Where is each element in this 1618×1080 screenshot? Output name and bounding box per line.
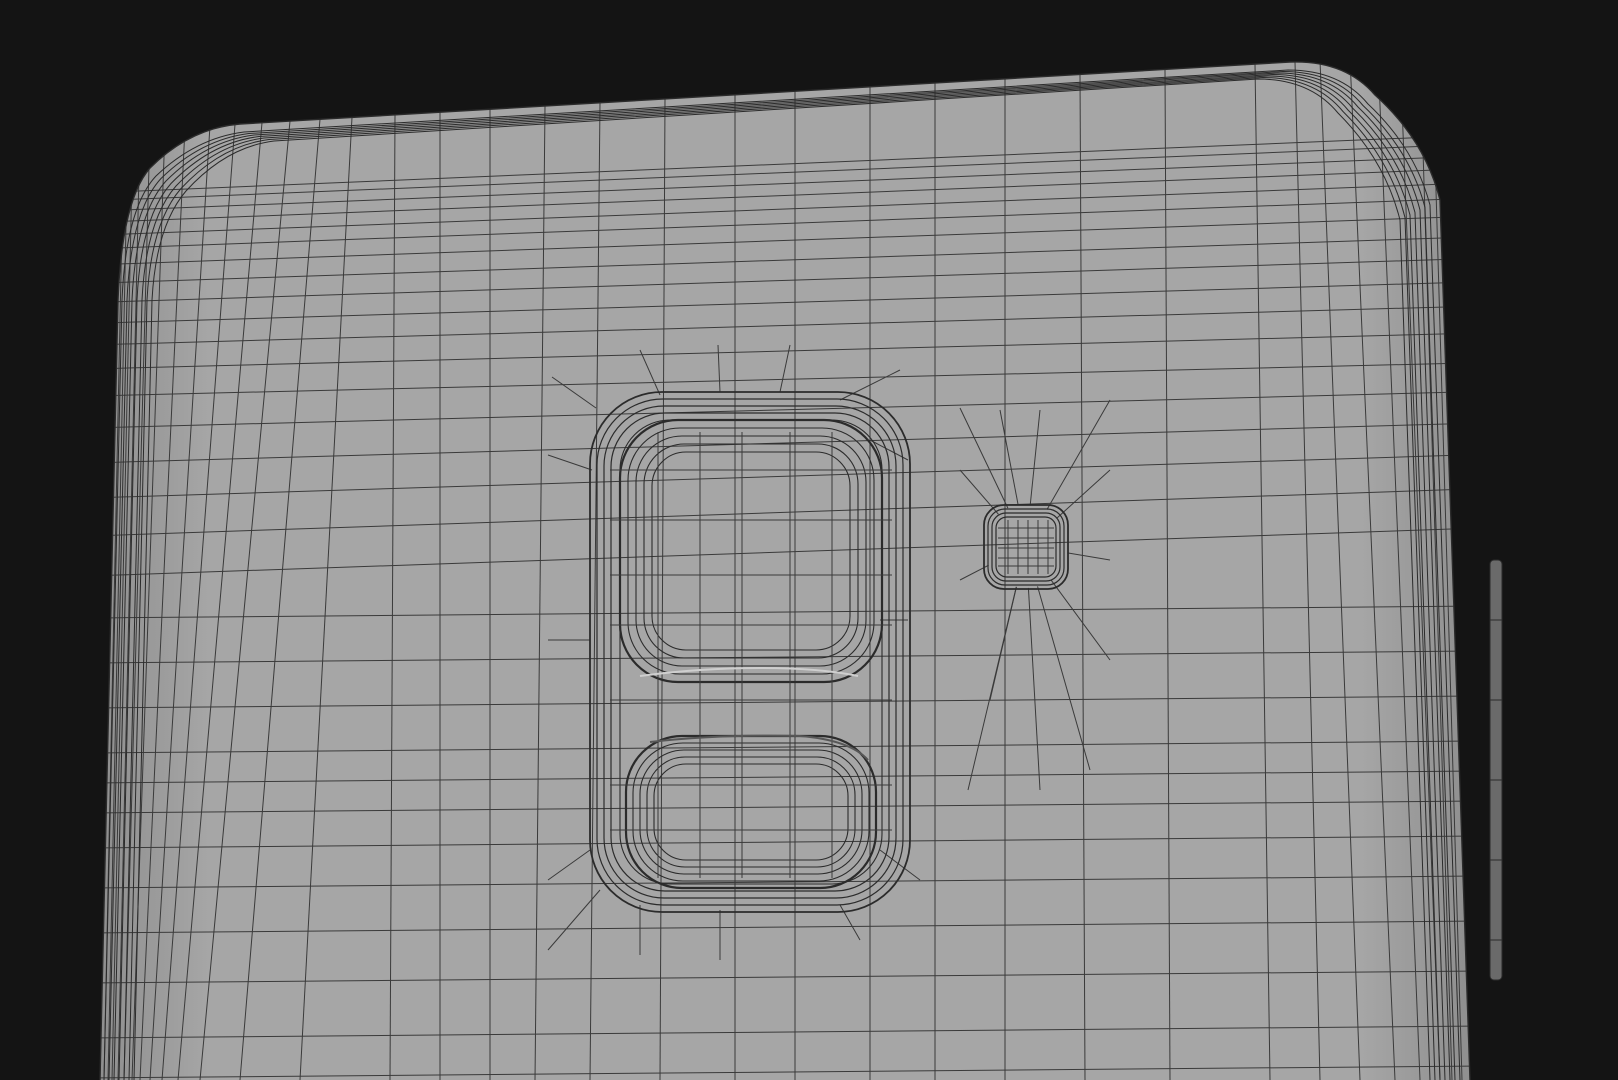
render-viewport [0,0,1618,1080]
side-button [1489,559,1503,981]
side-button-body [1489,559,1503,981]
wireframe-render [0,0,1618,1080]
